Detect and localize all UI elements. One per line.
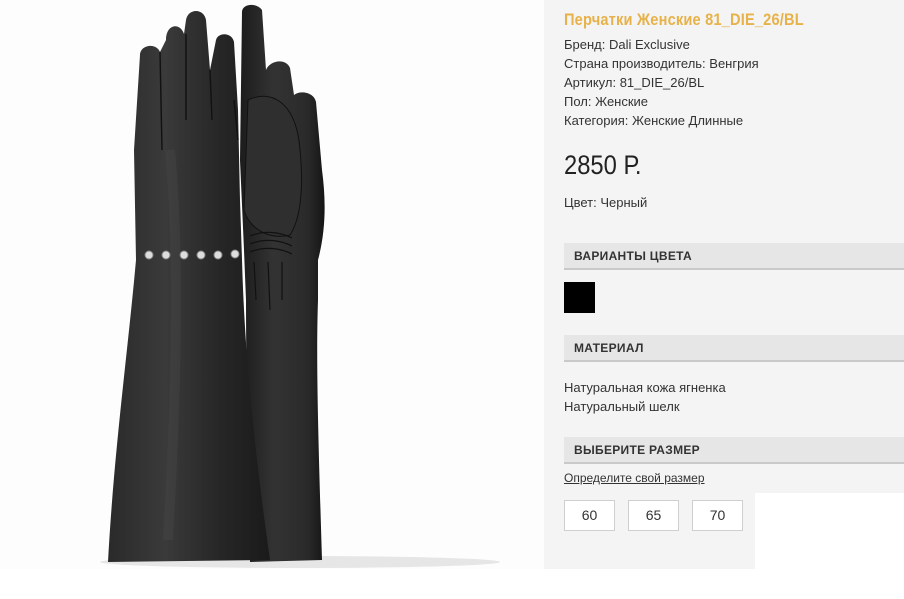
- size-guide-link[interactable]: Определите свой размер: [564, 471, 705, 485]
- spec-category: Категория: Женские Длинные: [564, 113, 744, 128]
- size-header: ВЫБЕРИТЕ РАЗМЕР: [564, 437, 904, 464]
- palm-thumb: [243, 95, 302, 237]
- spec-article: Артикул: 81_DIE_26/BL: [564, 75, 705, 90]
- blank-area: [755, 493, 904, 569]
- product-title: Перчатки Женские 81_DIE_26/BL: [564, 10, 804, 29]
- spec-country: Страна производитель: Венгрия: [564, 56, 759, 71]
- material-header: МАТЕРИАЛ: [564, 335, 904, 362]
- product-info-panel: Перчатки Женские 81_DIE_26/BL Бренд: Dal…: [544, 0, 904, 569]
- spec-gender: Пол: Женские: [564, 94, 649, 109]
- color-label: Цвет: Черный: [564, 195, 648, 210]
- color-variants-header: ВАРИАНТЫ ЦВЕТА: [564, 243, 904, 270]
- color-variants-title: ВАРИАНТЫ ЦВЕТА: [574, 249, 692, 263]
- material-item: Натуральная кожа ягненка: [564, 380, 726, 395]
- material-title: МАТЕРИАЛ: [574, 341, 644, 355]
- product-price: 2850 Р.: [564, 150, 642, 180]
- size-option-70[interactable]: 70: [692, 500, 743, 531]
- material-item: Натуральный шелк: [564, 399, 680, 414]
- glove-illustration: [100, 4, 500, 568]
- size-option-65[interactable]: 65: [628, 500, 679, 531]
- spec-brand: Бренд: Dali Exclusive: [564, 37, 690, 52]
- color-swatch-black[interactable]: [564, 282, 595, 313]
- size-title: ВЫБЕРИТЕ РАЗМЕР: [574, 443, 700, 457]
- product-image: [0, 0, 544, 569]
- size-option-60[interactable]: 60: [564, 500, 615, 531]
